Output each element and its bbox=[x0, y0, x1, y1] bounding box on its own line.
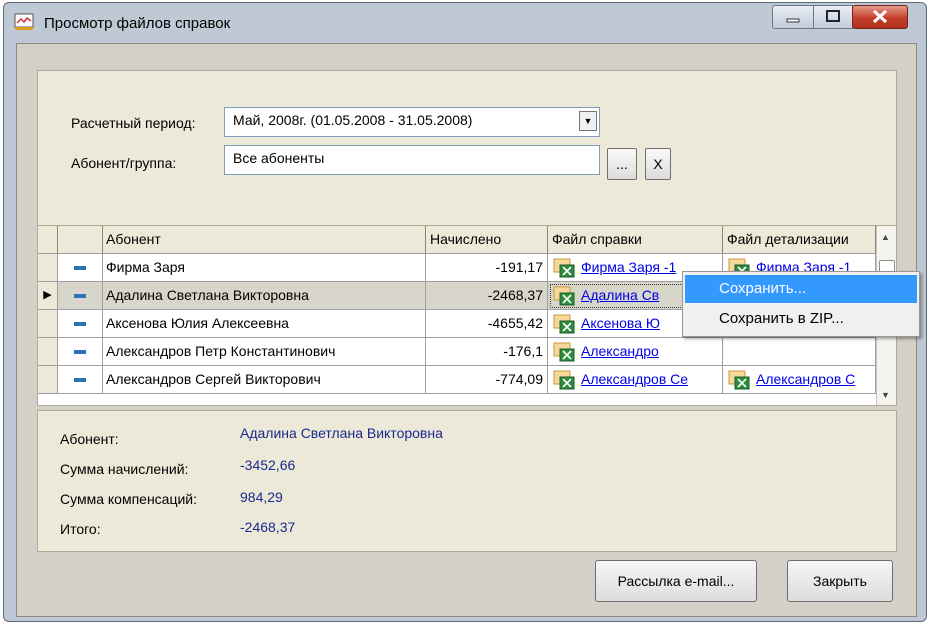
row-indicator bbox=[38, 338, 58, 366]
chevron-down-icon[interactable]: ▼ bbox=[579, 111, 597, 131]
scroll-up-icon[interactable]: ▲ bbox=[881, 232, 890, 242]
row-indicator bbox=[38, 310, 58, 338]
column-header-file[interactable]: Файл справки bbox=[548, 226, 723, 254]
summary-charges-value: -3452,66 bbox=[240, 457, 296, 473]
grid-header: Абонент Начислено Файл справки Файл дета… bbox=[38, 226, 896, 254]
maximize-icon bbox=[826, 10, 840, 22]
file-link[interactable]: Александро bbox=[581, 343, 659, 359]
subscriber-value: Все абоненты bbox=[233, 150, 325, 166]
menu-item-save-zip[interactable]: Сохранить в ZIP... bbox=[685, 305, 917, 333]
column-header-subscriber[interactable]: Абонент bbox=[103, 226, 426, 254]
summary-total-label: Итого: bbox=[60, 521, 101, 537]
period-label: Расчетный период: bbox=[71, 115, 196, 131]
scroll-down-icon[interactable]: ▼ bbox=[881, 390, 890, 400]
detail-cell[interactable] bbox=[723, 338, 876, 366]
dash-icon bbox=[58, 338, 103, 366]
period-select[interactable]: Май, 2008г. (01.05.2008 - 31.05.2008) ▼ bbox=[224, 107, 600, 137]
subscriber-name: Аксенова Юлия Алексеевна bbox=[103, 310, 426, 338]
file-cell[interactable]: Александро bbox=[548, 338, 723, 366]
dash-icon bbox=[58, 254, 103, 282]
summary-compensation-label: Сумма компенсаций: bbox=[60, 491, 198, 507]
excel-file-icon bbox=[728, 370, 750, 390]
summary-subscriber-label: Абонент: bbox=[60, 431, 119, 447]
subscriber-name: Александров Сергей Викторович bbox=[103, 366, 426, 394]
close-window-button[interactable] bbox=[852, 5, 908, 29]
file-link[interactable]: Адалина Св bbox=[581, 287, 659, 303]
subscriber-name: Адалина Светлана Викторовна bbox=[103, 282, 426, 310]
clear-button[interactable]: X bbox=[645, 148, 671, 180]
app-window: Просмотр файлов справок Расчетный период… bbox=[3, 2, 927, 622]
email-button[interactable]: Рассылка e-mail... bbox=[595, 560, 757, 602]
subscriber-name: Александров Петр Константинович bbox=[103, 338, 426, 366]
row-indicator bbox=[38, 254, 58, 282]
title-bar[interactable]: Просмотр файлов справок bbox=[4, 3, 926, 47]
close-button[interactable]: Закрыть bbox=[787, 560, 893, 602]
summary-panel: Абонент: Адалина Светлана Викторовна Сум… bbox=[37, 410, 897, 552]
excel-file-icon bbox=[553, 342, 575, 362]
row-indicator bbox=[38, 366, 58, 394]
excel-file-icon bbox=[553, 258, 575, 278]
subscriber-name: Фирма Заря bbox=[103, 254, 426, 282]
file-link[interactable]: Аксенова Ю bbox=[581, 315, 660, 331]
file-link[interactable]: Александров Се bbox=[581, 371, 688, 387]
subscriber-field[interactable]: Все абоненты bbox=[224, 145, 600, 175]
column-header-detail[interactable]: Файл детализации bbox=[723, 226, 876, 254]
header-indicator-cell bbox=[38, 226, 58, 254]
summary-total-value: -2468,37 bbox=[240, 519, 296, 535]
file-cell[interactable]: Александров Се bbox=[548, 366, 723, 394]
amount-cell: -774,09 bbox=[426, 366, 548, 394]
detail-cell[interactable]: Александров С bbox=[723, 366, 876, 394]
dash-icon bbox=[58, 282, 103, 310]
close-icon bbox=[872, 9, 888, 24]
amount-cell: -4655,42 bbox=[426, 310, 548, 338]
column-header-amount[interactable]: Начислено bbox=[426, 226, 548, 254]
minimize-icon bbox=[786, 18, 800, 23]
table-row[interactable]: Александров Сергей Викторович -774,09 Ал… bbox=[38, 366, 896, 394]
table-row[interactable]: Александров Петр Константинович -176,1 А… bbox=[38, 338, 896, 366]
amount-cell: -176,1 bbox=[426, 338, 548, 366]
dash-icon bbox=[58, 366, 103, 394]
amount-cell: -2468,37 bbox=[426, 282, 548, 310]
dash-icon bbox=[58, 310, 103, 338]
window-title: Просмотр файлов справок bbox=[44, 15, 231, 32]
file-link[interactable]: Фирма Заря -1 bbox=[581, 259, 676, 275]
minimize-button[interactable] bbox=[772, 5, 814, 29]
summary-compensation-value: 984,29 bbox=[240, 489, 283, 505]
detail-link[interactable]: Александров С bbox=[756, 371, 855, 387]
excel-file-icon bbox=[553, 370, 575, 390]
summary-charges-label: Сумма начислений: bbox=[60, 461, 189, 477]
excel-file-icon bbox=[553, 286, 575, 306]
amount-cell: -191,17 bbox=[426, 254, 548, 282]
excel-file-icon bbox=[553, 314, 575, 334]
menu-item-save[interactable]: Сохранить... bbox=[685, 275, 917, 303]
maximize-button[interactable] bbox=[813, 5, 853, 29]
summary-subscriber-value: Адалина Светлана Викторовна bbox=[240, 425, 443, 441]
period-value: Май, 2008г. (01.05.2008 - 31.05.2008) bbox=[233, 112, 473, 128]
browse-button[interactable]: ... bbox=[607, 148, 637, 180]
filter-and-grid-panel: Расчетный период: Май, 2008г. (01.05.200… bbox=[37, 70, 897, 406]
current-row-arrow-icon: ▶ bbox=[38, 282, 58, 310]
app-icon bbox=[14, 13, 34, 30]
context-menu: Сохранить... Сохранить в ZIP... bbox=[682, 271, 920, 337]
subscriber-label: Абонент/группа: bbox=[71, 155, 177, 171]
header-icon-cell bbox=[58, 226, 103, 254]
